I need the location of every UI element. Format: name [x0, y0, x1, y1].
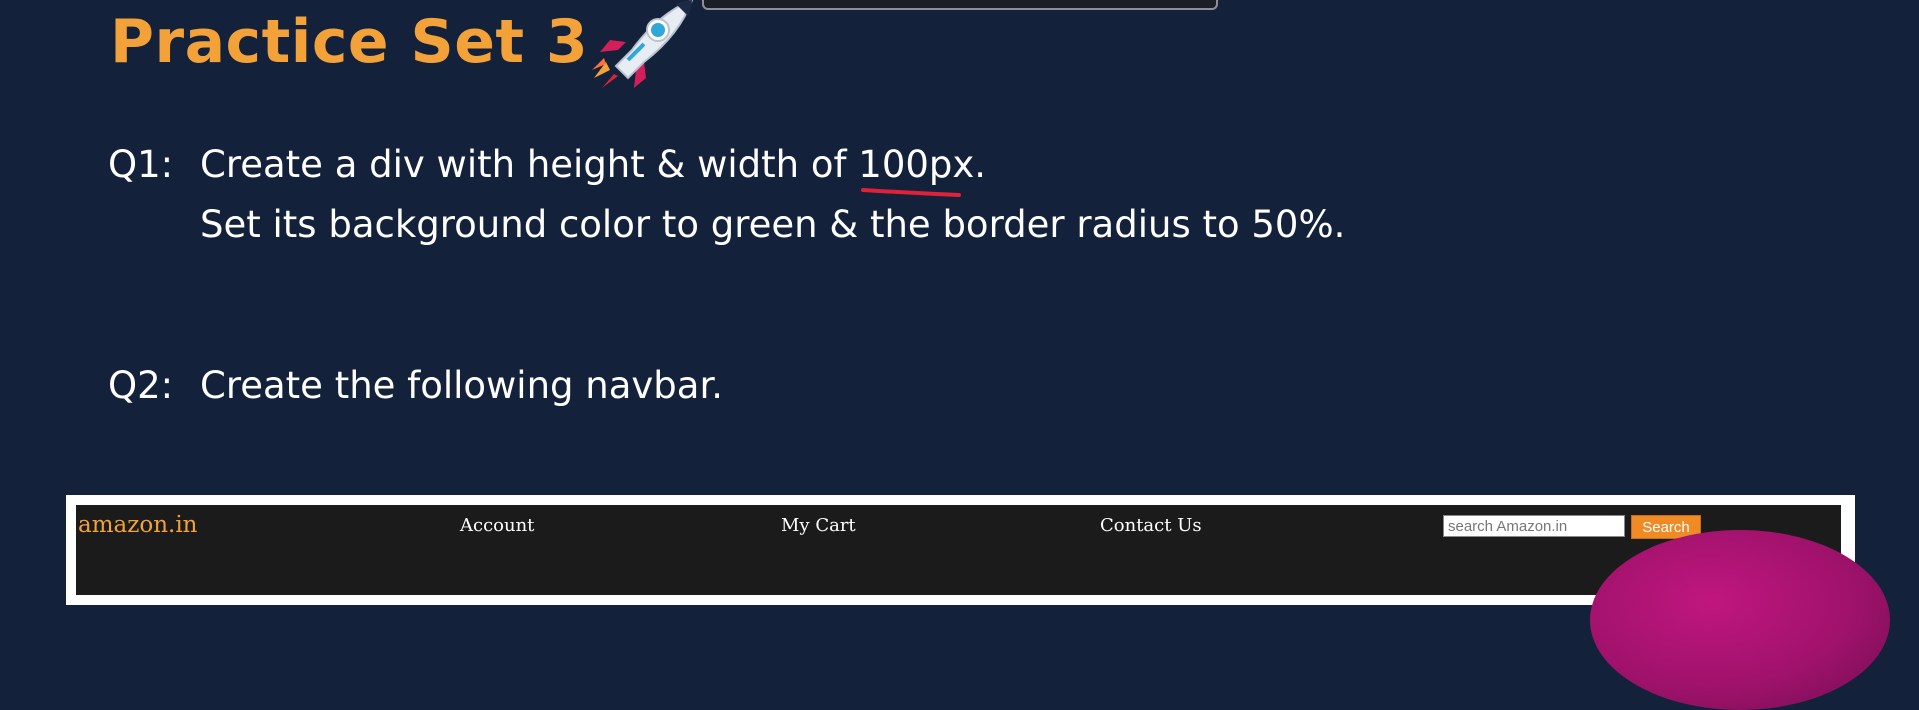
decorative-corner-shape — [1590, 530, 1890, 710]
question-1-line-2: Set its background color to green & the … — [200, 203, 1346, 246]
slide-title: Practice Set 3 — [110, 7, 589, 77]
nav-link-account[interactable]: Account — [460, 514, 534, 538]
question-1-label: Q1: — [108, 143, 174, 186]
question-2-label: Q2: — [108, 364, 174, 407]
rocket-icon — [592, 0, 694, 88]
nav-link-contact-us[interactable]: Contact Us — [1100, 514, 1202, 538]
highlight-underline — [861, 188, 961, 197]
navbar-logo[interactable]: amazon.in — [78, 510, 198, 540]
window-top-bar — [702, 0, 1218, 10]
search-input[interactable] — [1443, 515, 1625, 537]
question-2-line-1: Create the following navbar. — [200, 364, 724, 407]
question-1-line-1: Create a div with height & width of 100p… — [200, 143, 987, 186]
nav-link-my-cart[interactable]: My Cart — [781, 514, 856, 538]
